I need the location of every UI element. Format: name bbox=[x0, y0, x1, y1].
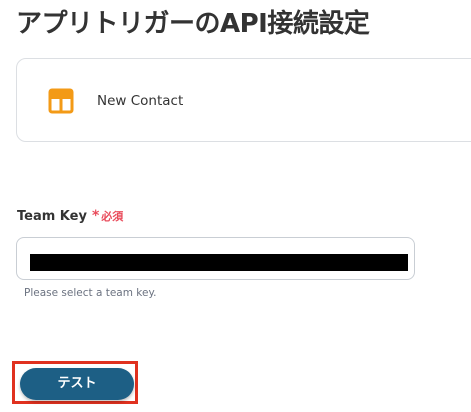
required-badge: 必須 bbox=[101, 210, 124, 223]
team-key-input[interactable] bbox=[16, 237, 415, 280]
team-key-label: Team Key bbox=[17, 209, 87, 224]
test-button-highlight: テスト bbox=[12, 361, 138, 404]
trigger-name: New Contact bbox=[97, 93, 184, 109]
page-title: アプリトリガーのAPI接続設定 bbox=[16, 9, 370, 39]
team-key-label-row: Team Key * 必須 bbox=[17, 208, 123, 224]
trigger-app-card[interactable]: New Contact bbox=[16, 58, 471, 142]
redacted-value-bar bbox=[30, 254, 408, 271]
required-asterisk: * bbox=[91, 208, 100, 224]
team-key-help-text: Please select a team key. bbox=[24, 287, 157, 299]
orange-layout-grid-icon bbox=[48, 88, 74, 114]
test-button[interactable]: テスト bbox=[20, 368, 134, 400]
